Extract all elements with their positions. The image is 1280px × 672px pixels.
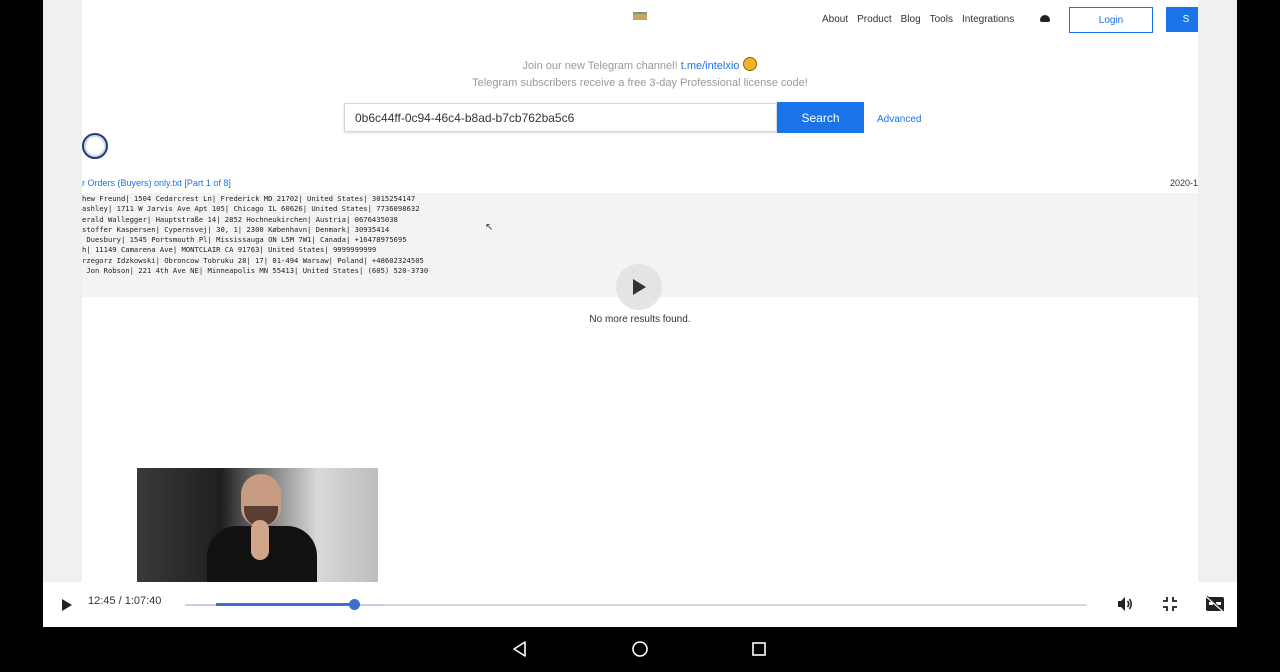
result-line: Duesbury| 1545 Portsmouth Pl| Mississaug… — [82, 235, 407, 245]
nav-tools: Tools — [929, 14, 953, 25]
play-icon — [62, 599, 72, 611]
search-input: 0b6c44ff-0c94-46c4-b8ad-b7cb762ba5c6 — [344, 103, 777, 132]
nav-blog: Blog — [900, 14, 921, 25]
search-button: Search — [777, 102, 864, 133]
login-button: Login — [1069, 7, 1153, 33]
result-line: erald Wallegger| Hauptstraße 14| 2852 Ho… — [82, 214, 398, 224]
result-line: rzegorz Idzkowski| Obroncow Tobruku 28| … — [82, 255, 424, 265]
graduation-cap-icon — [1040, 15, 1050, 22]
result-date: 2020-1 — [1169, 178, 1198, 188]
seek-handle[interactable] — [349, 599, 360, 610]
nav-about: About — [822, 14, 849, 25]
back-icon — [513, 641, 526, 657]
result-preview-lines: hew Freund| 1504 Cedarcrest Ln| Frederic… — [82, 194, 428, 276]
advanced-link: Advanced — [877, 114, 922, 125]
recents-icon — [752, 642, 766, 656]
back-button[interactable] — [511, 640, 529, 663]
left-gutter — [43, 0, 82, 582]
mouse-cursor-icon: ↖ — [485, 222, 494, 233]
android-nav-bar — [43, 627, 1237, 672]
right-gutter — [1198, 0, 1237, 582]
home-icon — [632, 641, 648, 657]
coin-icon — [743, 57, 758, 71]
result-line: stoffer Kaspersen| Cypernsvej| 30, 1| 23… — [82, 224, 390, 234]
top-nav: About Product Blog Tools Integrations — [822, 14, 1014, 25]
progress-bar — [216, 603, 354, 606]
result-line: ashley| 1711 W Jarvis Ave Apt 105| Chica… — [82, 204, 420, 214]
play-icon — [633, 279, 646, 295]
result-line: Jon Robson| 221 4th Ave NE| Minneapolis … — [82, 266, 429, 276]
recents-button[interactable] — [750, 640, 768, 663]
exit-fullscreen-icon — [1163, 597, 1177, 611]
result-line: h| 11149 Camarena Ave| MONTCLAIR CA 9176… — [82, 245, 377, 255]
time-display: 12:45 / 1:07:40 — [88, 595, 162, 607]
player-controls: 12:45 / 1:07:40 — [43, 582, 1237, 627]
volume-icon — [1118, 597, 1133, 611]
promo-subtext: Telegram subscribers receive a free 3-da… — [472, 77, 808, 89]
promo-text: Join our new Telegram channel! — [522, 60, 678, 72]
volume-button[interactable] — [1116, 595, 1134, 618]
result-title: r Orders (Buyers) only.txt [Part 1 of 8] — [82, 178, 231, 188]
captions-off-icon — [1205, 595, 1225, 613]
telegram-link: t.me/intelxio — [680, 60, 740, 72]
nav-product: Product — [857, 14, 892, 25]
no-more-results: No more results found. — [589, 314, 691, 325]
center-play-button[interactable] — [616, 264, 662, 310]
home-button[interactable] — [631, 640, 649, 663]
site-logo — [633, 12, 647, 20]
result-line: hew Freund| 1504 Cedarcrest Ln| Frederic… — [82, 194, 416, 203]
play-button[interactable] — [61, 598, 73, 617]
loading-ring-icon — [82, 133, 108, 159]
signup-button: S — [1166, 7, 1198, 32]
captions-button[interactable] — [1205, 595, 1225, 618]
video-player[interactable]: About Product Blog Tools Integrations Lo… — [43, 0, 1237, 627]
webcam-overlay — [137, 468, 378, 582]
telegram-promo: Join our new Telegram channel! t.me/inte… — [82, 57, 1198, 72]
exit-fullscreen-button[interactable] — [1162, 596, 1178, 617]
nav-integrations: Integrations — [961, 14, 1015, 25]
